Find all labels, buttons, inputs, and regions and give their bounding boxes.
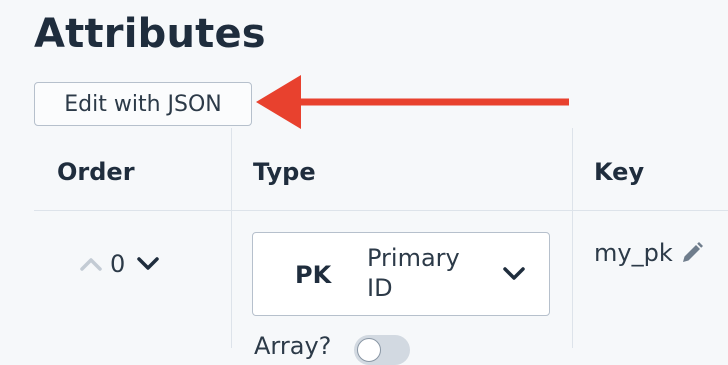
type-abbreviation: PK [295, 261, 332, 289]
order-cell: 0 [76, 244, 163, 284]
column-header-type: Type [253, 158, 316, 186]
type-select[interactable]: PK Primary ID [252, 232, 550, 316]
type-name: Primary ID [367, 244, 460, 302]
column-header-key: Key [594, 158, 645, 186]
array-toggle[interactable] [354, 335, 410, 365]
toggle-knob [357, 338, 381, 362]
order-value: 0 [110, 250, 126, 278]
array-label: Array? [254, 332, 332, 360]
pencil-icon[interactable] [679, 240, 705, 266]
column-divider [572, 128, 573, 348]
key-cell: my_pk [594, 236, 705, 270]
column-header-order: Order [57, 158, 135, 186]
key-value: my_pk [594, 239, 673, 267]
header-row-divider [34, 210, 728, 211]
chevron-up-icon[interactable] [76, 249, 106, 279]
column-divider [231, 128, 232, 348]
chevron-down-icon [499, 259, 529, 289]
chevron-down-icon[interactable] [133, 249, 163, 279]
